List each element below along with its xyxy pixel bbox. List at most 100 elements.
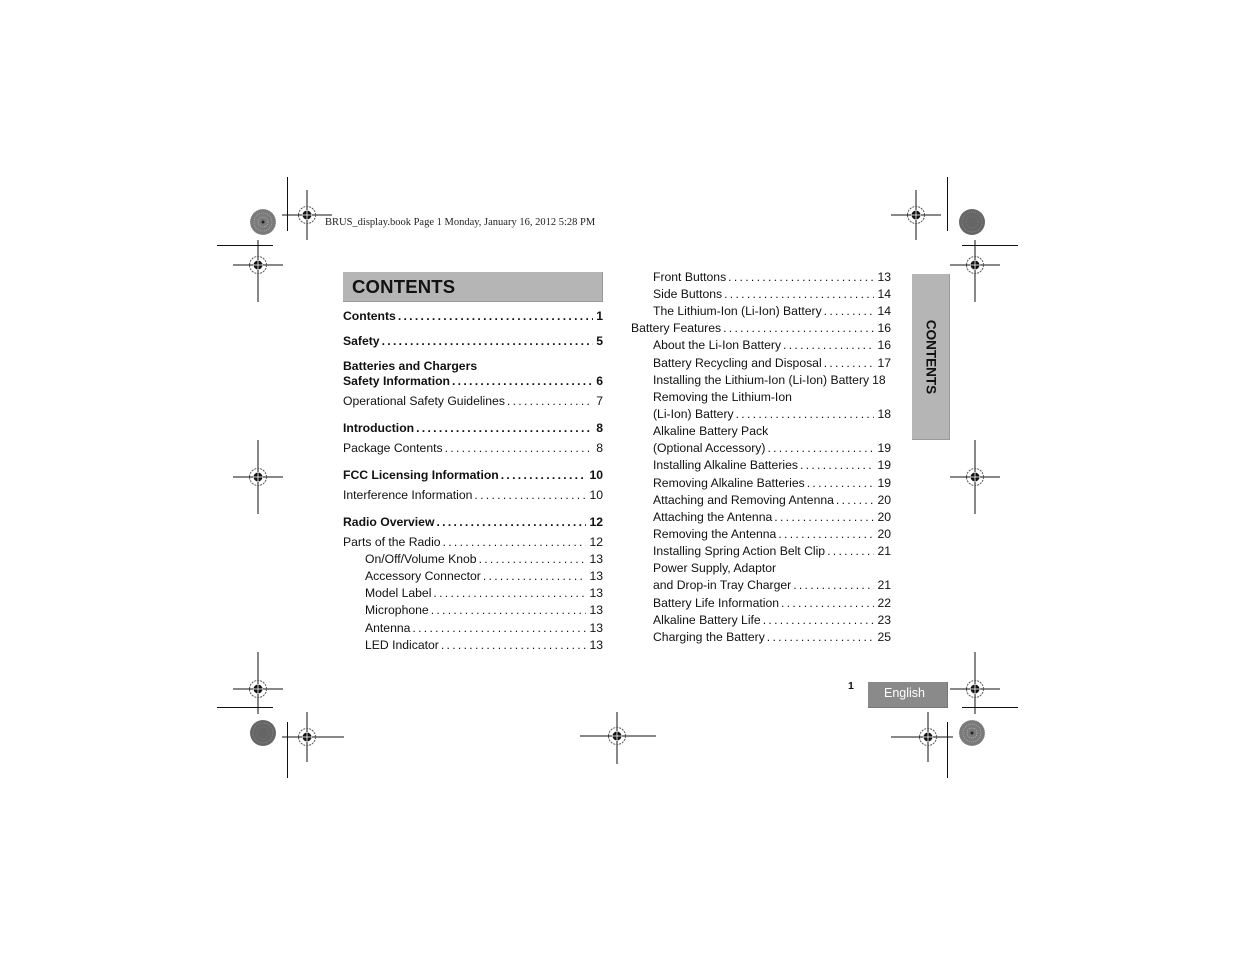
toc-entry-page: 12 — [589, 535, 603, 549]
toc-entry[interactable]: LED Indicator...........................… — [365, 637, 603, 654]
toc-entry-page: 12 — [589, 515, 603, 529]
toc-entry[interactable]: Battery Life Information................… — [653, 595, 891, 612]
toc-entry-label: Removing the Antenna — [653, 527, 777, 541]
leader-dots: ........................................… — [823, 304, 875, 318]
toc-entry-page: 7 — [596, 394, 603, 408]
toc-entry-page: 21 — [877, 544, 891, 558]
toc-entry[interactable]: (Optional Accessory)....................… — [653, 440, 891, 457]
toc-entry[interactable]: (Li-Ion) Battery........................… — [653, 406, 891, 423]
toc-entry-label: Accessory Connector — [365, 569, 481, 583]
leader-dots: ........................................… — [806, 476, 875, 490]
toc-entry-page: 16 — [877, 321, 891, 335]
toc-entry[interactable]: Parts of the Radio......................… — [343, 534, 603, 551]
toc-entry-page: 10 — [589, 468, 603, 482]
toc-entry-label: Package Contents — [343, 441, 443, 455]
registration-mark-icon — [233, 652, 283, 714]
toc-entry-label: (Li-Ion) Battery — [653, 407, 734, 421]
toc-entry-page: 1 — [596, 309, 603, 323]
toc-entry[interactable]: About the Li-Ion Battery................… — [653, 337, 891, 354]
registration-mark-icon — [282, 712, 344, 762]
toc-entry-page: 20 — [877, 510, 891, 524]
toc-entry[interactable]: Attaching the Antenna...................… — [653, 509, 891, 526]
toc-entry[interactable]: The Lithium-Ion (Li-Ion) Battery........… — [653, 303, 891, 320]
toc-entry-label: Attaching and Removing Antenna — [653, 493, 834, 507]
starburst-mark-icon — [249, 719, 277, 747]
toc-entry[interactable]: Introduction............................… — [343, 420, 603, 437]
registration-mark-icon — [233, 440, 283, 514]
leader-dots: ........................................… — [416, 421, 593, 435]
leader-dots: ........................................… — [724, 287, 874, 301]
toc-entry[interactable]: Removing the Antenna....................… — [653, 526, 891, 543]
toc-entry[interactable]: FCC Licensing Information...............… — [343, 467, 603, 484]
toc-entry-line1: Removing the Lithium-Ion — [653, 390, 792, 404]
section-side-tab: CONTENTS — [912, 274, 950, 440]
registration-mark-icon — [891, 712, 953, 762]
leader-dots: ........................................… — [827, 544, 874, 558]
toc-entry-page: 10 — [589, 488, 603, 502]
leader-dots: ........................................… — [436, 515, 586, 529]
toc-entry-page: 18 — [872, 373, 886, 387]
toc-entry-label: LED Indicator — [365, 638, 439, 652]
toc-entry-page: 19 — [877, 476, 891, 490]
toc-entry[interactable]: Charging the Battery....................… — [653, 629, 891, 646]
page-number: 1 — [848, 680, 854, 692]
toc-entry[interactable]: Alkaline Battery Life...................… — [653, 612, 891, 629]
toc-entry-page: 8 — [596, 441, 603, 455]
toc-entry[interactable]: Attaching and Removing Antenna..........… — [653, 492, 891, 509]
leader-dots: ........................................… — [766, 630, 875, 644]
toc-entry[interactable]: Installing Spring Action Belt Clip......… — [653, 543, 891, 560]
toc-entry[interactable]: Side Buttons............................… — [653, 286, 891, 303]
side-tab-label: CONTENTS — [923, 319, 938, 394]
toc-entry[interactable]: Installing Alkaline Batteries...........… — [653, 457, 891, 474]
starburst-mark-icon — [249, 208, 277, 236]
leader-dots: ........................................… — [735, 407, 875, 421]
toc-entry[interactable]: Operational Safety Guidelines...........… — [343, 393, 603, 410]
toc-entry[interactable]: Battery Recycling and Disposal..........… — [653, 355, 891, 372]
leader-dots: ........................................… — [500, 468, 587, 482]
leader-dots: ........................................… — [440, 638, 587, 652]
toc-entry-label: Microphone — [365, 603, 429, 617]
toc-entry-page: 5 — [596, 334, 603, 348]
toc-entry[interactable]: Safety Information......................… — [343, 373, 603, 390]
toc-entry-page: 8 — [596, 421, 603, 435]
leader-dots: ........................................… — [444, 441, 594, 455]
toc-entry[interactable]: Antenna.................................… — [365, 620, 603, 637]
toc-entry[interactable]: Removing Alkaline Batteries.............… — [653, 475, 891, 492]
toc-entry[interactable]: Model Label.............................… — [365, 585, 603, 602]
toc-entry-page: 22 — [877, 596, 891, 610]
toc-entry-label: Antenna — [365, 621, 411, 635]
toc-entry[interactable]: Package Contents........................… — [343, 440, 603, 457]
toc-entry[interactable]: On/Off/Volume Knob......................… — [365, 551, 603, 568]
toc-entry[interactable]: Microphone..............................… — [365, 602, 603, 619]
toc-entry-page: 13 — [589, 638, 603, 652]
toc-entry[interactable]: Safety..................................… — [343, 333, 603, 350]
toc-entry-page: 25 — [877, 630, 891, 644]
toc-entry[interactable]: Interference Information................… — [343, 487, 603, 504]
leader-dots: ........................................… — [767, 441, 874, 455]
leader-dots: ........................................… — [452, 374, 594, 388]
toc-entry[interactable]: and Drop-in Tray Charger................… — [653, 577, 891, 594]
toc-entry-label: On/Off/Volume Knob — [365, 552, 477, 566]
leader-dots: ........................................… — [762, 613, 875, 627]
language-tab-label: English — [884, 686, 925, 700]
toc-entry-page: 6 — [596, 374, 603, 388]
toc-entry-page: 13 — [589, 603, 603, 617]
toc-entry[interactable]: Battery Features........................… — [631, 320, 891, 337]
leader-dots: ........................................… — [793, 578, 874, 592]
toc-entry[interactable]: Installing the Lithium-Ion (Li-Ion) Batt… — [653, 372, 891, 389]
toc-entry[interactable]: Contents................................… — [343, 308, 603, 325]
toc-entry-label: Battery Recycling and Disposal — [653, 356, 822, 370]
registration-mark-icon — [282, 190, 332, 240]
toc-entry-page: 19 — [877, 458, 891, 472]
toc-entry-page: 19 — [877, 441, 891, 455]
toc-entry-label: About the Li-Ion Battery — [653, 338, 782, 352]
toc-entry-page: 18 — [877, 407, 891, 421]
starburst-mark-icon — [958, 208, 986, 236]
toc-entry[interactable]: Radio Overview..........................… — [343, 514, 603, 531]
toc-entry-page: 16 — [877, 338, 891, 352]
toc-entry[interactable]: Front Buttons...........................… — [653, 269, 891, 286]
toc-entry[interactable]: Accessory Connector.....................… — [365, 568, 603, 585]
language-tab: English — [868, 682, 948, 708]
leader-dots: ........................................… — [474, 488, 586, 502]
toc-entry-label: Safety Information — [343, 374, 450, 388]
